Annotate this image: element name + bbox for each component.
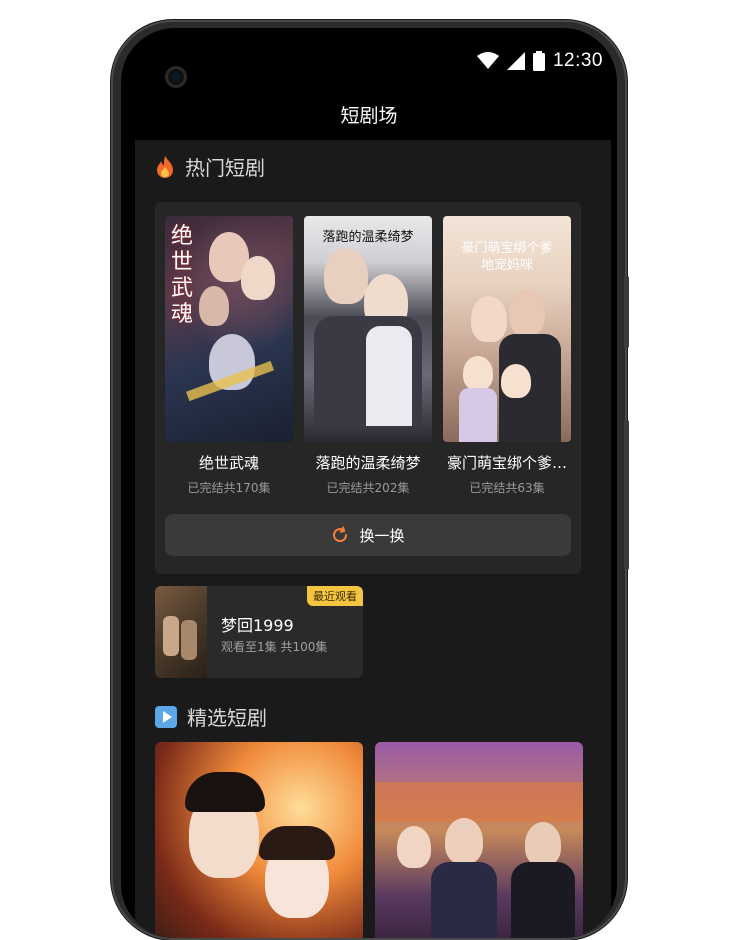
recently-watched-card[interactable]: 最近观看 梦回1999 观看至1集 共100集 (155, 586, 363, 678)
signal-icon (506, 52, 525, 70)
featured-drama-poster[interactable] (155, 742, 363, 938)
battery-icon (532, 51, 545, 71)
refresh-label: 换一换 (359, 526, 405, 545)
drama-card[interactable]: 豪门萌宝绑个爹地宠妈咪 豪门萌宝绑个爹… 已完结共63集 (443, 216, 571, 496)
drama-card[interactable]: 落跑的温柔绮梦 落跑的温柔绮梦 已完结共202集 (304, 216, 432, 496)
play-icon (155, 705, 177, 728)
fire-icon (157, 155, 173, 178)
hot-dramas-card: 绝世武魂 绝世武魂 已完结共170集 落跑的温柔绮梦 落跑的温柔绮梦 已完结共2… (155, 202, 581, 574)
refresh-button[interactable]: 换一换 (165, 514, 571, 556)
drama-episodes: 已完结共202集 (326, 481, 410, 495)
status-time: 12:30 (552, 50, 603, 71)
poster-title: 绝世武魂 (171, 224, 194, 327)
power-button (624, 276, 629, 348)
featured-section-title: 精选短剧 (187, 706, 267, 730)
phone-frame: 12:30 短剧场 热门短剧 绝世武魂 绝世武魂 已完结共170集 落跑的温柔绮… (111, 20, 627, 940)
wifi-icon (476, 52, 499, 69)
poster-title: 落跑的温柔绮梦 (322, 230, 414, 245)
poster-title: 豪门萌宝绑个爹地宠妈咪 (461, 241, 553, 273)
phone-screen: 12:30 短剧场 热门短剧 绝世武魂 绝世武魂 已完结共170集 落跑的温柔绮… (121, 28, 617, 938)
main-content[interactable]: 热门短剧 绝世武魂 绝世武魂 已完结共170集 落跑的温柔绮梦 落跑的温柔绮梦 … (135, 140, 611, 938)
drama-name[interactable]: 落跑的温柔绮梦 (304, 452, 432, 473)
featured-section-header: 精选短剧 (155, 702, 267, 731)
drama-episodes: 已完结共170集 (187, 481, 271, 495)
recent-badge: 最近观看 (307, 586, 363, 606)
drama-poster[interactable]: 落跑的温柔绮梦 (304, 216, 432, 442)
recent-title: 梦回1999 (221, 616, 294, 635)
status-bar: 12:30 (121, 28, 617, 88)
drama-name[interactable]: 豪门萌宝绑个爹… (443, 452, 571, 473)
drama-episodes: 已完结共63集 (469, 481, 545, 495)
drama-name[interactable]: 绝世武魂 (165, 452, 293, 473)
front-camera (165, 66, 187, 88)
drama-poster[interactable]: 豪门萌宝绑个爹地宠妈咪 (443, 216, 571, 442)
status-icons: 12:30 (476, 50, 603, 72)
recent-thumbnail (155, 586, 207, 678)
volume-button (624, 420, 629, 570)
featured-drama-poster[interactable] (375, 742, 583, 938)
hot-section-title: 热门短剧 (185, 156, 265, 180)
recent-progress: 观看至1集 共100集 (221, 640, 328, 654)
page-title: 短剧场 (340, 104, 398, 127)
drama-poster[interactable]: 绝世武魂 (165, 216, 293, 442)
drama-card[interactable]: 绝世武魂 绝世武魂 已完结共170集 (165, 216, 293, 496)
app-header: 短剧场 (121, 88, 617, 140)
hot-section-header: 热门短剧 (155, 152, 265, 181)
refresh-icon (333, 526, 348, 543)
